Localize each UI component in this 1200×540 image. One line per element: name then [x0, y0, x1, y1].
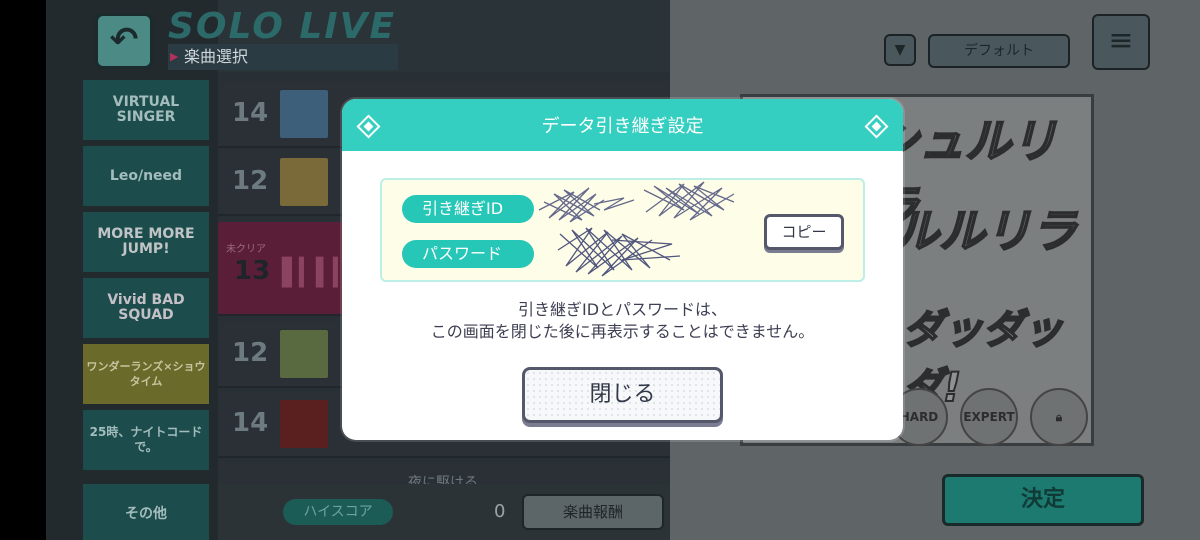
dialog-title: データ引き継ぎ設定 [541, 116, 704, 137]
notice-line: この画面を閉じた後に再表示することはできません。 [430, 322, 815, 341]
dialog-header: データ引き継ぎ設定 [342, 99, 903, 151]
redacted-password-scribble [557, 227, 681, 277]
transfer-id-label: 引き継ぎID [402, 195, 534, 223]
copy-button[interactable]: コピー [764, 214, 844, 250]
notice-text: 引き継ぎIDとパスワードは、 この画面を閉じた後に再表示することはできません。 [342, 299, 903, 343]
password-label: パスワード [402, 240, 534, 268]
notice-line: 引き継ぎIDとパスワードは、 [517, 300, 728, 319]
credentials-panel: 引き継ぎID パスワード コピー [380, 178, 865, 282]
data-transfer-dialog: データ引き継ぎ設定 引き継ぎID パスワード コピー 引き継ぎIDとパスワードは… [342, 99, 903, 440]
close-button[interactable]: 閉じる [522, 367, 723, 423]
